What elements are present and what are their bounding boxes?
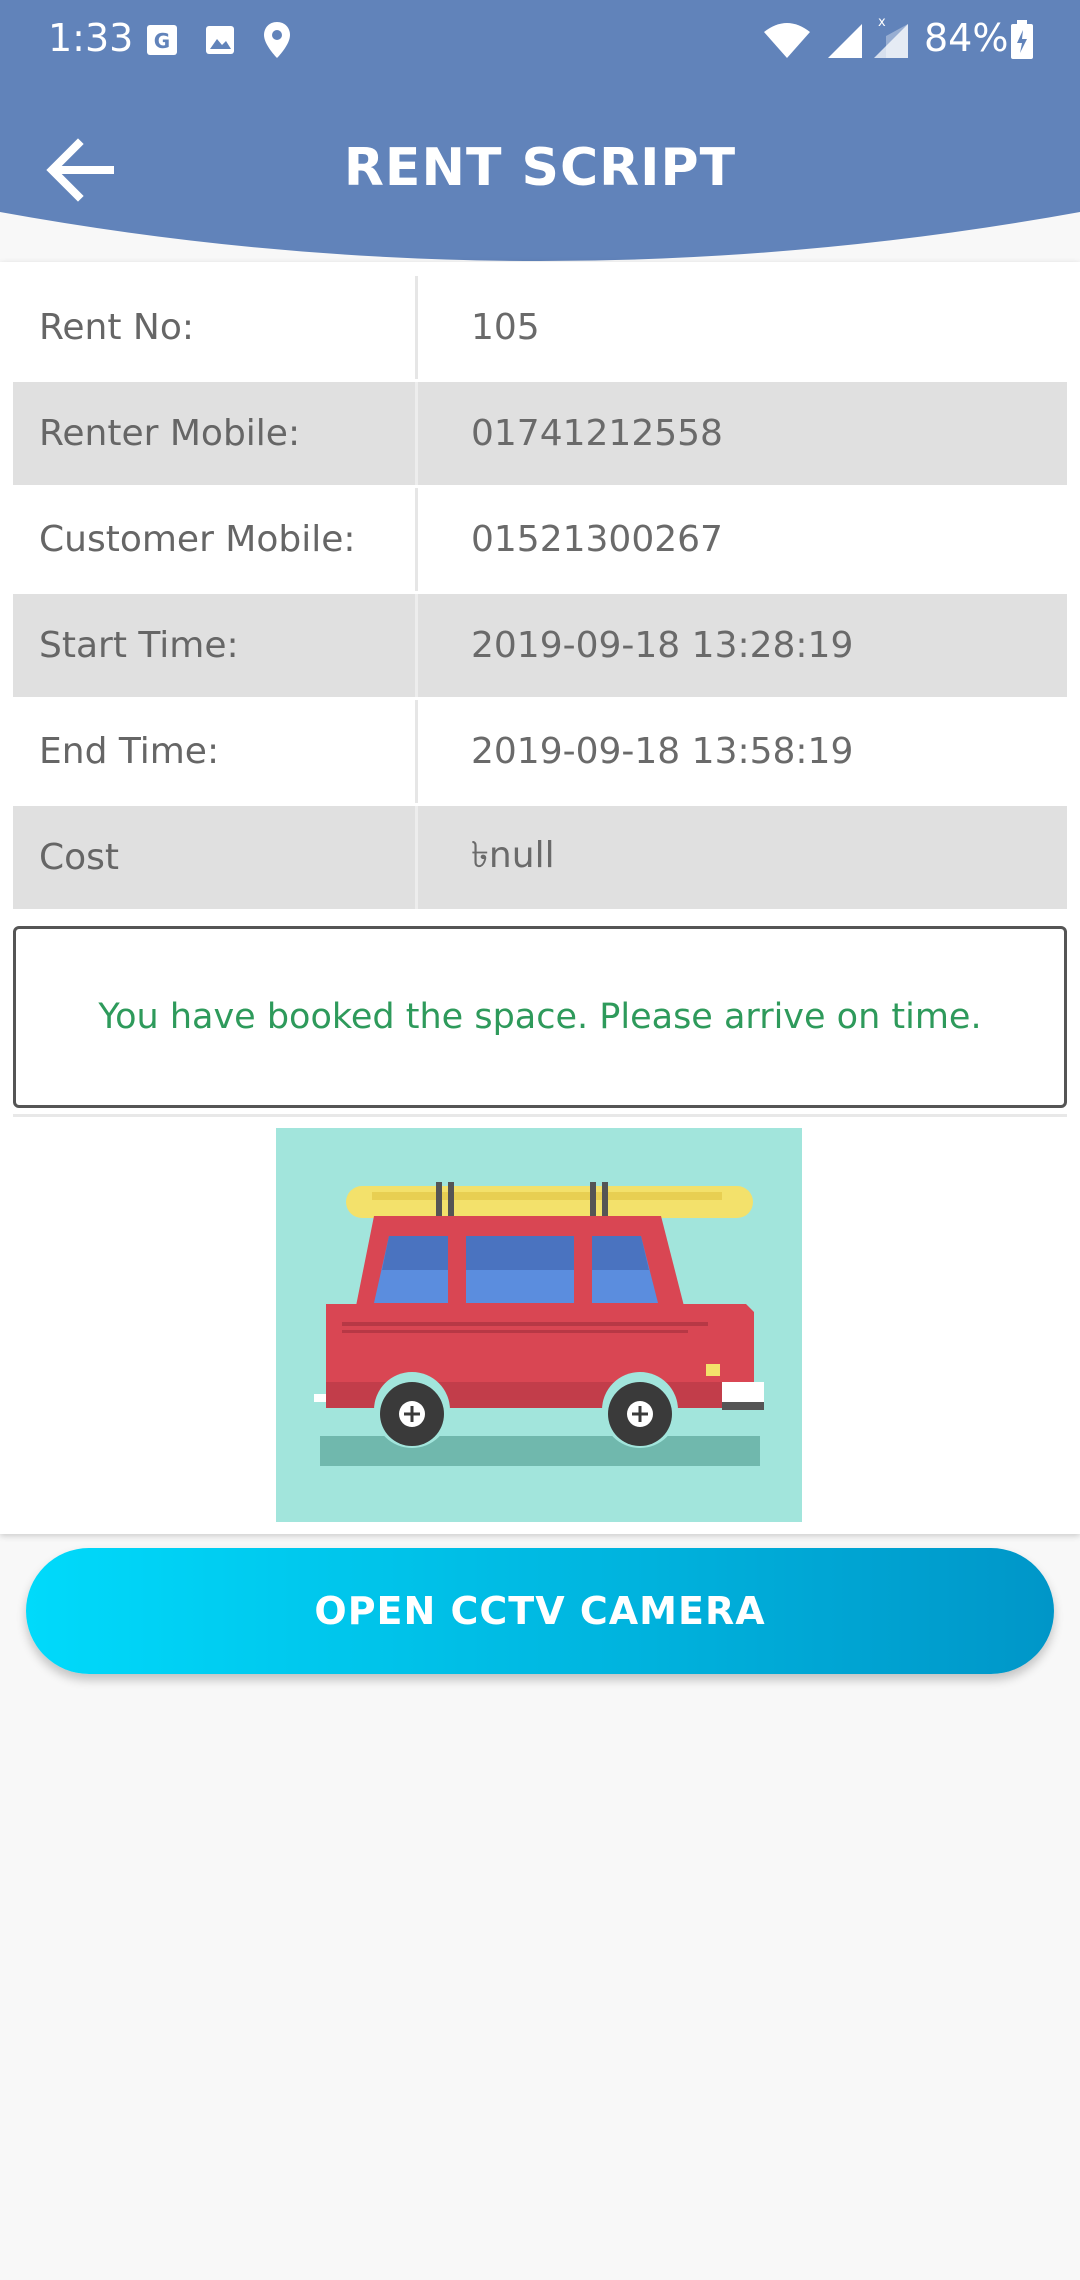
svg-text:x: x bbox=[878, 15, 886, 30]
signal-icon bbox=[828, 24, 862, 58]
app-header: 1:33 G x 84% RENT SCRIPT bbox=[0, 0, 1080, 290]
status-time: 1:33 bbox=[48, 16, 134, 60]
booking-message: You have booked the space. Please arrive… bbox=[13, 926, 1067, 1108]
rent-details-card: Rent No: 105 Renter Mobile: 01741212558 … bbox=[0, 262, 1080, 1534]
table-row: Cost ৳null bbox=[13, 806, 1067, 912]
open-cctv-camera-label: OPEN CCTV CAMERA bbox=[314, 1589, 766, 1633]
status-bar: 1:33 G x 84% bbox=[0, 0, 1080, 80]
end-time-label: End Time: bbox=[13, 700, 418, 803]
table-row: Customer Mobile: 01521300267 bbox=[13, 488, 1067, 594]
cost-value: ৳null bbox=[471, 834, 555, 876]
google-icon: G bbox=[147, 25, 177, 55]
svg-text:G: G bbox=[154, 29, 170, 53]
page-title: RENT SCRIPT bbox=[343, 138, 737, 198]
renter-mobile-value: 01741212558 bbox=[471, 413, 723, 454]
divider bbox=[13, 1114, 1067, 1117]
customer-mobile-value: 01521300267 bbox=[471, 519, 723, 560]
start-time-value: 2019-09-18 13:28:19 bbox=[471, 625, 854, 666]
table-row: Rent No: 105 bbox=[13, 276, 1067, 382]
location-icon bbox=[264, 22, 290, 58]
signal-icon-no-data: x bbox=[874, 15, 908, 58]
customer-mobile-label: Customer Mobile: bbox=[13, 488, 418, 591]
image-icon bbox=[206, 26, 234, 54]
table-row: Renter Mobile: 01741212558 bbox=[13, 382, 1067, 488]
open-cctv-camera-button[interactable]: OPEN CCTV CAMERA bbox=[26, 1548, 1054, 1674]
booking-message-text: You have booked the space. Please arrive… bbox=[98, 997, 982, 1037]
table-row: Start Time: 2019-09-18 13:28:19 bbox=[13, 594, 1067, 700]
car-illustration bbox=[276, 1128, 802, 1522]
end-time-value: 2019-09-18 13:58:19 bbox=[471, 731, 854, 772]
rent-no-label: Rent No: bbox=[13, 276, 418, 379]
battery-charging-icon bbox=[1011, 20, 1033, 59]
wifi-icon bbox=[764, 23, 810, 58]
cost-label: Cost bbox=[13, 806, 418, 909]
battery-percentage: 84% bbox=[924, 16, 1009, 60]
table-row: End Time: 2019-09-18 13:58:19 bbox=[13, 700, 1067, 806]
renter-mobile-label: Renter Mobile: bbox=[13, 382, 418, 485]
rent-info-table: Rent No: 105 Renter Mobile: 01741212558 … bbox=[13, 276, 1067, 912]
rent-no-value: 105 bbox=[471, 307, 540, 348]
start-time-label: Start Time: bbox=[13, 594, 418, 697]
